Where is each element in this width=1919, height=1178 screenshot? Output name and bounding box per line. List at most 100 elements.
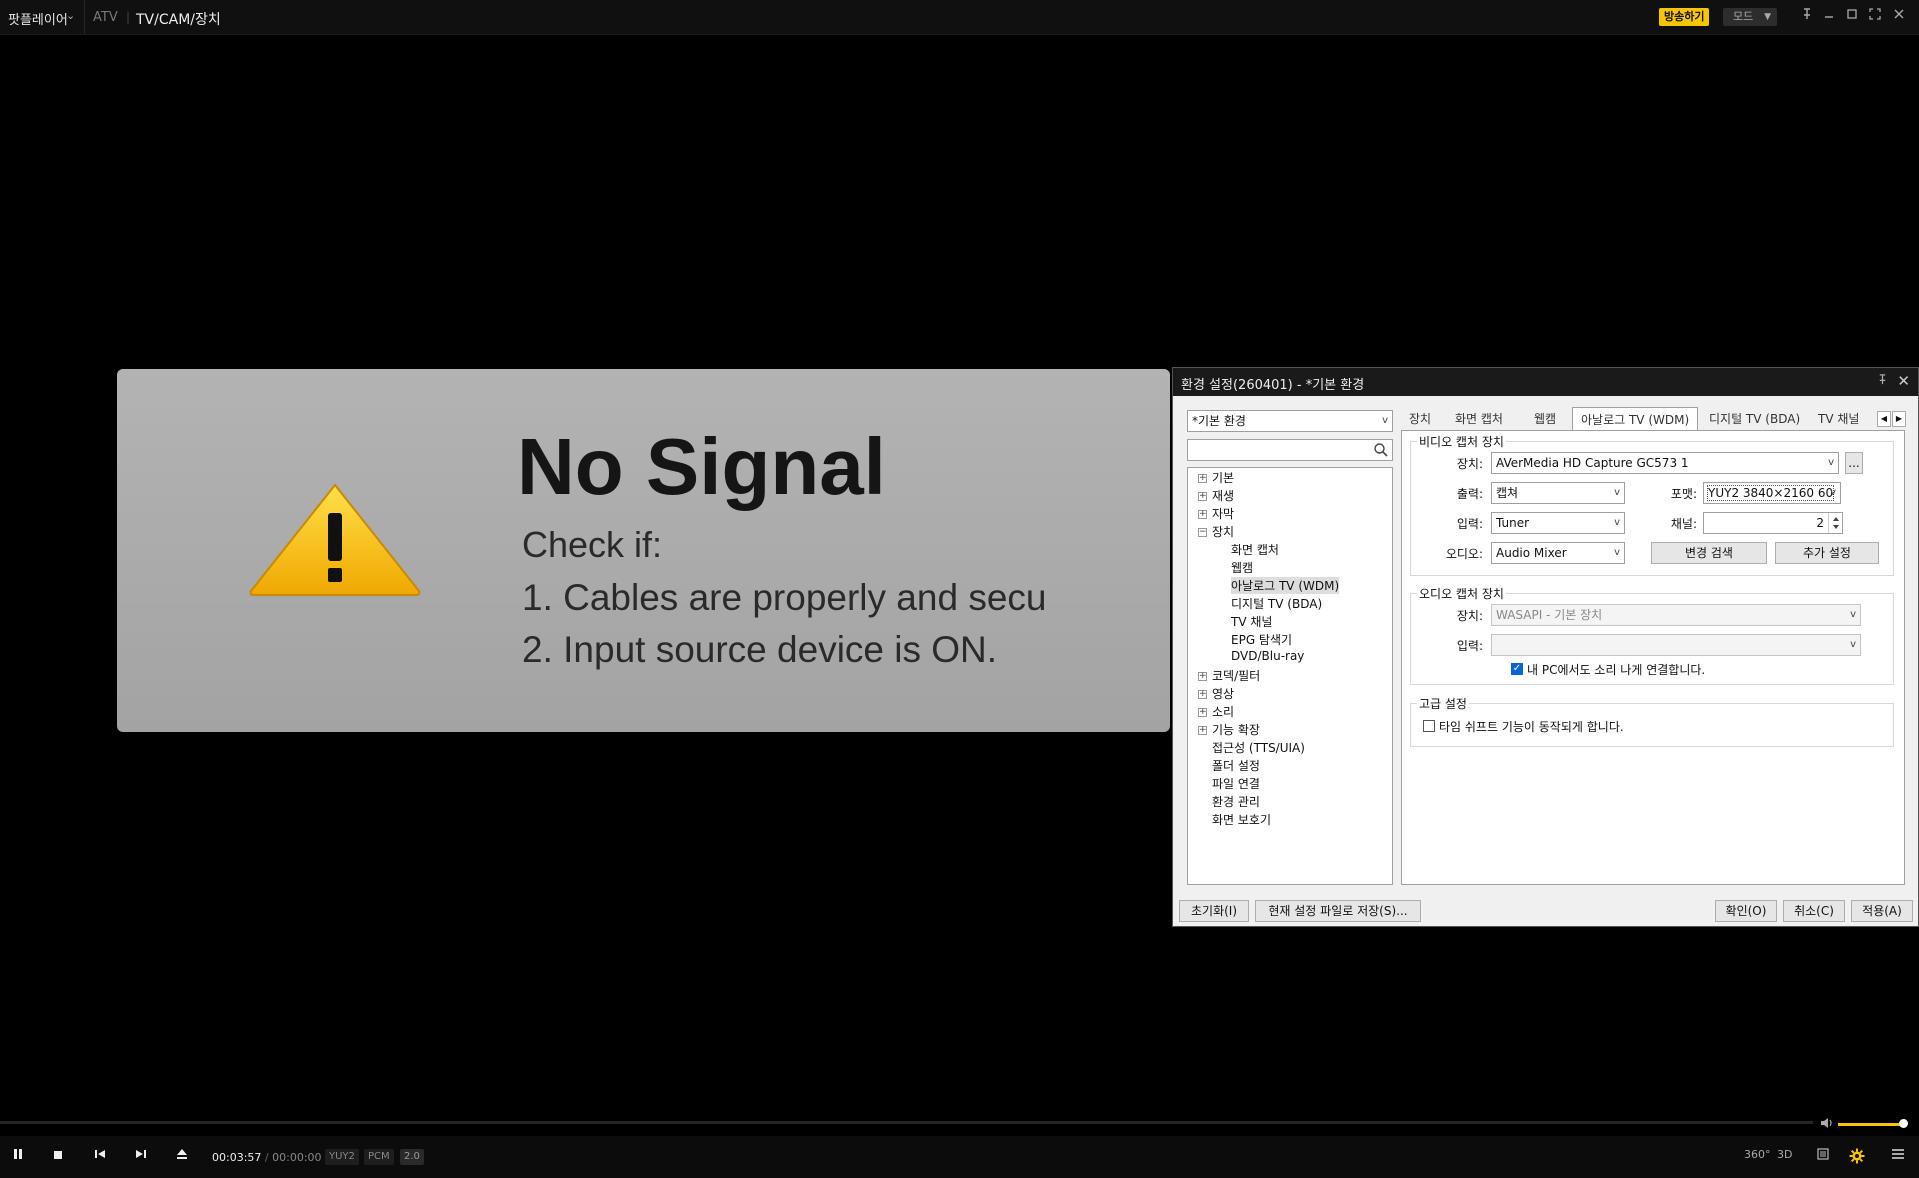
close-icon[interactable] <box>1890 8 1908 26</box>
expand-icon[interactable]: + <box>1198 708 1207 717</box>
chevron-down-icon[interactable]: ⌄ <box>66 9 75 22</box>
tree-item-sound[interactable]: 소리 <box>1212 703 1234 720</box>
audio-device-value: WASAPI - 기본 장치 <box>1496 608 1603 622</box>
previous-icon[interactable] <box>91 1148 109 1166</box>
collapse-icon[interactable]: − <box>1198 528 1207 537</box>
fullscreen-icon[interactable] <box>1866 8 1884 26</box>
app-menu-button[interactable]: 팟플레이어 <box>8 9 68 28</box>
expand-icon[interactable]: + <box>1198 474 1207 483</box>
timeshift-label[interactable]: 타임 쉬프트 기능이 동작되게 합니다. <box>1439 718 1624 735</box>
chevron-down-icon: v <box>1850 639 1856 650</box>
dialog-close-icon[interactable]: ✕ <box>1897 372 1910 390</box>
tree-item-playback[interactable]: 재생 <box>1212 487 1234 504</box>
expand-icon[interactable]: + <box>1198 492 1207 501</box>
tab-digital-tv[interactable]: 디지털 TV (BDA) <box>1709 407 1800 431</box>
tab-screen-capture[interactable]: 화면 캡처 <box>1455 407 1503 431</box>
no-signal-line-1: 1. Cables are properly and secu <box>522 577 1047 618</box>
tab-webcam[interactable]: 웹캠 <box>1534 407 1556 431</box>
tree-item-device[interactable]: 장치 <box>1212 523 1234 540</box>
volume-slider[interactable] <box>1838 1123 1903 1126</box>
minimize-icon[interactable] <box>1820 8 1838 26</box>
video-device-select[interactable]: AVerMedia HD Capture GC573 1 v <box>1491 452 1839 474</box>
settings-search-input[interactable] <box>1187 439 1393 461</box>
maximize-icon[interactable] <box>1843 8 1861 26</box>
channel-stepper[interactable]: 2 <box>1703 512 1843 534</box>
input-label: 입력: <box>1456 517 1483 531</box>
extra-settings-button[interactable]: 추가 설정 <box>1775 542 1879 564</box>
tree-item-dvd[interactable]: DVD/Blu-ray <box>1231 649 1304 663</box>
tree-item-webcam[interactable]: 웹캠 <box>1231 559 1253 576</box>
pc-sound-label[interactable]: 내 PC에서도 소리 나게 연결합니다. <box>1527 661 1705 678</box>
volume-icon[interactable] <box>1820 1116 1834 1130</box>
tree-item-screen-capture[interactable]: 화면 캡처 <box>1231 541 1279 558</box>
pin-icon[interactable] <box>1877 374 1888 388</box>
tree-item-config-management[interactable]: 환경 관리 <box>1212 793 1260 810</box>
tree-item-extension[interactable]: 기능 확장 <box>1212 721 1260 738</box>
output-value: 캡쳐 <box>1496 486 1519 500</box>
output-select[interactable]: 캡쳐 v <box>1491 482 1625 504</box>
mode-label: 모드 <box>1733 10 1754 23</box>
breadcrumb-atv[interactable]: ATV <box>93 10 118 25</box>
expand-icon[interactable]: + <box>1198 510 1207 519</box>
timeshift-checkbox[interactable] <box>1423 720 1435 732</box>
tab-analog-tv[interactable]: 아날로그 TV (WDM) <box>1572 407 1699 431</box>
tree-item-folder[interactable]: 폴더 설정 <box>1212 757 1260 774</box>
expand-icon[interactable]: + <box>1198 726 1207 735</box>
audio-select[interactable]: Audio Mixer v <box>1491 542 1625 564</box>
menu-icon[interactable] <box>1889 1148 1907 1166</box>
format-select[interactable]: YUY2 3840×2160 60 v <box>1703 482 1841 504</box>
tab-tv-channel[interactable]: TV 채널 <box>1818 407 1859 431</box>
volume-slider-handle[interactable] <box>1899 1119 1908 1128</box>
playlist-icon[interactable] <box>1814 1148 1832 1166</box>
tab-device[interactable]: 장치 <box>1409 407 1431 431</box>
tree-item-file-association[interactable]: 파일 연결 <box>1212 775 1260 792</box>
stop-icon[interactable] <box>49 1148 67 1166</box>
tree-item-epg[interactable]: EPG 탐색기 <box>1231 631 1292 648</box>
tree-item-video[interactable]: 영상 <box>1212 685 1234 702</box>
tab-scroll-right-icon[interactable]: ▶ <box>1892 411 1906 427</box>
preset-select[interactable]: *기본 환경 v <box>1187 410 1393 432</box>
tree-item-basic[interactable]: 기본 <box>1212 469 1234 486</box>
video-frame[interactable]: No Signal Check if: 1. Cables are proper… <box>117 369 1170 732</box>
pc-sound-checkbox[interactable]: ✓ <box>1511 663 1523 675</box>
audio-input-select[interactable]: v <box>1491 634 1861 656</box>
audio-device-select[interactable]: WASAPI - 기본 장치 v <box>1491 604 1861 626</box>
seek-bar[interactable] <box>0 1121 1813 1124</box>
audio-input-label: 입력: <box>1456 639 1483 653</box>
tree-item-accessibility[interactable]: 접근성 (TTS/UIA) <box>1212 739 1305 756</box>
tree-item-subtitle[interactable]: 자막 <box>1212 505 1234 522</box>
gear-icon[interactable] <box>1848 1148 1866 1166</box>
reset-button[interactable]: 초기화(I) <box>1179 900 1249 922</box>
dialog-title-bar[interactable]: 환경 설정(260401) - *기본 환경 ✕ <box>1173 368 1918 396</box>
tree-item-tv-channel[interactable]: TV 채널 <box>1231 613 1272 630</box>
save-settings-file-button[interactable]: 현재 설정 파일로 저장(S)... <box>1255 900 1421 922</box>
tree-item-codec[interactable]: 코덱/필터 <box>1212 667 1260 684</box>
search-icon <box>1374 443 1388 457</box>
format-label: 포맷: <box>1670 487 1697 501</box>
3d-button[interactable]: 3D <box>1777 1148 1792 1161</box>
chevron-down-icon: v <box>1850 609 1856 620</box>
change-search-button[interactable]: 변경 검색 <box>1651 542 1767 564</box>
stepper-arrows-icon[interactable] <box>1828 513 1842 533</box>
video-device-more-button[interactable]: ... <box>1845 452 1863 474</box>
expand-icon[interactable]: + <box>1198 672 1207 681</box>
video-capture-group: 비디오 캡처 장치 장치: AVerMedia HD Capture GC573… <box>1410 433 1894 576</box>
tree-item-screensaver[interactable]: 화면 보호기 <box>1212 811 1271 828</box>
no-signal-title: No Signal <box>517 422 886 511</box>
pause-icon[interactable] <box>9 1148 27 1166</box>
tree-item-analog-tv[interactable]: 아날로그 TV (WDM) <box>1231 577 1340 594</box>
current-time: 00:03:57 <box>212 1151 262 1164</box>
next-icon[interactable] <box>132 1148 150 1166</box>
broadcast-button[interactable]: 방송하기 <box>1659 8 1710 26</box>
pin-icon[interactable] <box>1798 8 1816 26</box>
expand-icon[interactable]: + <box>1198 690 1207 699</box>
eject-icon[interactable] <box>173 1148 191 1166</box>
apply-button[interactable]: 적용(A) <box>1851 900 1913 922</box>
input-select[interactable]: Tuner v <box>1491 512 1625 534</box>
tree-item-digital-tv[interactable]: 디지털 TV (BDA) <box>1231 595 1322 612</box>
cancel-button[interactable]: 취소(C) <box>1783 900 1845 922</box>
mode-dropdown[interactable]: 모드 ▼ <box>1723 8 1777 26</box>
vr-360-button[interactable]: 360° <box>1744 1148 1771 1161</box>
ok-button[interactable]: 확인(O) <box>1715 900 1777 922</box>
tab-scroll-left-icon[interactable]: ◀ <box>1877 411 1891 427</box>
